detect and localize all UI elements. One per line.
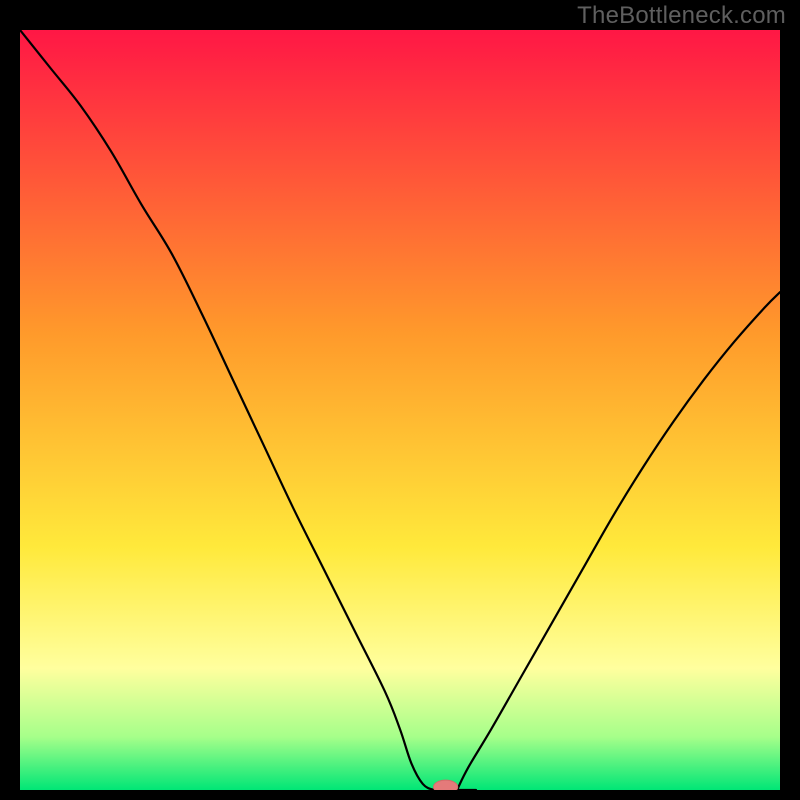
watermark-text: TheBottleneck.com	[577, 2, 786, 30]
optimal-marker	[433, 780, 457, 790]
bottleneck-chart	[20, 30, 780, 790]
gradient-background	[20, 30, 780, 790]
